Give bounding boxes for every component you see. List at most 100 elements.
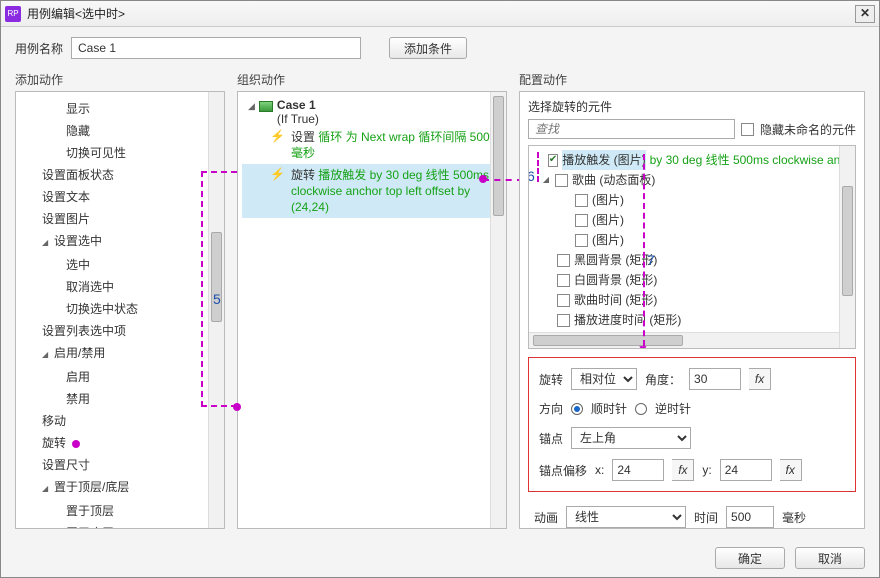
widget-row[interactable]: ✔ 播放触发 (图片) by 30 deg 线性 500ms clockwise … (531, 150, 853, 170)
action-tree-item[interactable]: 启用/禁用 (18, 342, 222, 366)
cw-label: 顺时针 (591, 400, 627, 417)
titlebar: RP 用例编辑<选中时> ✕ (1, 1, 879, 27)
hide-unnamed-checkbox[interactable] (741, 123, 754, 136)
widget-row[interactable]: 歌曲时间 (矩形) (531, 290, 853, 310)
case-cond-text: (If True) (277, 112, 319, 126)
offset-y-label: y: (702, 463, 711, 477)
offset-y-fx-button[interactable]: fx (780, 459, 802, 481)
rotate-label: 旋转 (539, 371, 563, 388)
action-tree-item[interactable]: 置于顶层/底层 (18, 476, 222, 500)
action-tree-item[interactable]: 旋转 (18, 432, 222, 454)
scrollbar-y[interactable] (490, 92, 506, 528)
widget-extra: by 30 deg 线性 500ms clockwise anch (650, 150, 853, 170)
action-tree-item[interactable]: 设置面板状态 (18, 164, 222, 186)
widget-checkbox[interactable] (555, 174, 568, 187)
ccw-radio[interactable] (635, 403, 647, 415)
widget-list: ✔ 播放触发 (图片) by 30 deg 线性 500ms clockwise … (528, 145, 856, 349)
cancel-button[interactable]: 取消 (795, 547, 865, 569)
widget-checkbox[interactable] (557, 254, 570, 267)
action-tree-item[interactable]: 设置文本 (18, 186, 222, 208)
widget-row[interactable]: 白圆背景 (矩形) (531, 270, 853, 290)
action-tree-item[interactable]: 启用 (18, 366, 222, 388)
offset-x-fx-button[interactable]: fx (672, 459, 694, 481)
bolt-icon: ⚡ (270, 167, 285, 215)
time-input[interactable] (726, 506, 774, 528)
rotate-mode-select[interactable]: 相对位 (571, 368, 637, 390)
widget-list-inner[interactable]: ✔ 播放触发 (图片) by 30 deg 线性 500ms clockwise … (529, 146, 855, 349)
offset-y-input[interactable] (720, 459, 772, 481)
configure-panel: 选择旋转的元件 隐藏未命名的元件 ✔播放触发 (图片) by 30 deg 线性… (519, 91, 865, 529)
angle-fx-button[interactable]: fx (749, 368, 771, 390)
widget-name: 歌曲时间 (矩形) (574, 290, 657, 310)
widget-row[interactable]: 黑圆背景 (矩形) (531, 250, 853, 270)
widget-name: 播放触发 (图片) (562, 150, 645, 170)
action-tree-item[interactable]: 设置尺寸 (18, 454, 222, 476)
ok-button[interactable]: 确定 (715, 547, 785, 569)
add-action-header: 添加动作 (15, 69, 225, 91)
action-tree-item[interactable]: 切换可见性 (18, 142, 222, 164)
widget-row[interactable]: ◢歌曲 (动态面板) (531, 170, 853, 190)
case-header[interactable]: ◢ Case 1 (If True) (242, 98, 502, 126)
animation-label: 动画 (534, 509, 558, 526)
configure-action-header: 配置动作 (519, 69, 865, 91)
animation-select[interactable]: 线性 (566, 506, 686, 528)
offset-x-input[interactable] (612, 459, 664, 481)
organize-action-header: 组织动作 (237, 69, 507, 91)
widget-checkbox[interactable] (575, 214, 588, 227)
angle-input[interactable] (689, 368, 741, 390)
configure-action-column: 配置动作 选择旋转的元件 隐藏未命名的元件 ✔播放触发 (图片) by 30 d… (519, 69, 865, 529)
step-2[interactable]: ⚡ 旋转 播放触发 by 30 deg 线性 500ms clockwise a… (242, 164, 502, 218)
action-tree-item[interactable]: 设置图片 (18, 208, 222, 230)
close-button[interactable]: ✕ (855, 5, 875, 23)
scrollbar-y[interactable] (839, 146, 855, 348)
tri-down-icon: ◢ (248, 101, 255, 112)
widget-row[interactable]: 播放进度时间 (矩形) (531, 310, 853, 330)
case-name-text: Case 1 (277, 98, 316, 112)
action-tree-item[interactable]: 移动 (18, 410, 222, 432)
add-condition-button[interactable]: 添加条件 (389, 37, 467, 59)
search-row: 隐藏未命名的元件 (520, 119, 864, 145)
action-tree-item[interactable]: 禁用 (18, 388, 222, 410)
rotate-controls: 旋转 相对位 角度： fx 方向 顺时针 逆时针 锚点 (528, 357, 856, 492)
widget-row[interactable]: (图片) (531, 190, 853, 210)
widget-row[interactable]: (图片) (531, 210, 853, 230)
case-steps-panel: ◢ Case 1 (If True) ⚡ 设置 循环 为 Next wrap 循… (237, 91, 507, 529)
step-1[interactable]: ⚡ 设置 循环 为 Next wrap 循环间隔 500 毫秒 (242, 126, 502, 164)
action-tree-item[interactable]: 取消选中 (18, 276, 222, 298)
scrollbar-x[interactable] (529, 332, 839, 348)
ms-label: 毫秒 (782, 509, 806, 526)
action-tree-item[interactable]: 置于顶层 (18, 500, 222, 522)
window-title: 用例编辑<选中时> (27, 5, 855, 22)
widget-checkbox[interactable] (557, 274, 570, 287)
action-tree[interactable]: 显示隐藏切换可见性设置面板状态设置文本设置图片设置选中选中取消选中切换选中状态设… (16, 92, 224, 529)
widget-row[interactable]: (图片) (531, 230, 853, 250)
cw-radio[interactable] (571, 403, 583, 415)
action-tree-item[interactable]: 设置列表选中项 (18, 320, 222, 342)
action-tree-item[interactable]: 切换选中状态 (18, 298, 222, 320)
widget-checkbox[interactable]: ✔ (548, 154, 558, 167)
anchor-select[interactable]: 左上角 (571, 427, 691, 449)
scrollbar-y[interactable] (208, 92, 224, 528)
widget-checkbox[interactable] (557, 314, 570, 327)
widget-checkbox[interactable] (557, 294, 570, 307)
widget-name: 白圆背景 (矩形) (574, 270, 657, 290)
columns: 添加动作 显示隐藏切换可见性设置面板状态设置文本设置图片设置选中选中取消选中切换… (1, 69, 879, 539)
action-tree-item[interactable]: 选中 (18, 254, 222, 276)
widget-name: 黑圆背景 (矩形) (574, 250, 657, 270)
top-row: 用例名称 添加条件 (1, 27, 879, 69)
widget-checkbox[interactable] (575, 234, 588, 247)
action-tree-item[interactable]: 设置选中 (18, 230, 222, 254)
case-name-input[interactable] (71, 37, 361, 59)
step-1-text: 设置 循环 为 Next wrap 循环间隔 500 毫秒 (291, 129, 500, 161)
action-tree-panel: 显示隐藏切换可见性设置面板状态设置文本设置图片设置选中选中取消选中切换选中状态设… (15, 91, 225, 529)
action-tree-item[interactable]: 隐藏 (18, 120, 222, 142)
widget-search-input[interactable] (528, 119, 735, 139)
anchor-label: 锚点 (539, 430, 563, 447)
time-label: 时间 (694, 509, 718, 526)
animation-row: 动画 线性 时间 毫秒 (520, 500, 864, 528)
dialog-footer: 确定 取消 (1, 539, 879, 577)
action-tree-item[interactable]: 置于底层 (18, 522, 222, 529)
action-tree-item[interactable]: 显示 (18, 98, 222, 120)
widget-checkbox[interactable] (575, 194, 588, 207)
app-logo-icon: RP (5, 6, 21, 22)
